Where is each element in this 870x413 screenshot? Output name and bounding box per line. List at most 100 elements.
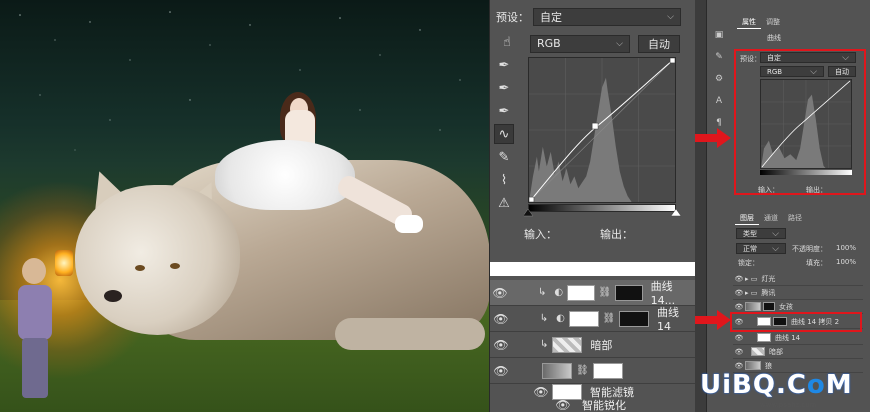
- tab-properties[interactable]: 属性: [737, 16, 761, 29]
- channel-value: RGB: [767, 67, 783, 76]
- layer-row[interactable]: 👁 ⛓: [490, 358, 696, 384]
- mini-curves-graph[interactable]: [760, 79, 852, 169]
- auto-button[interactable]: 自动: [828, 66, 856, 77]
- opacity-label: 不透明度：: [792, 245, 827, 253]
- channel-row: ☝ RGB ⌵ 自动: [496, 32, 680, 55]
- preset-row: 预设： 自定 ⌵: [496, 8, 681, 26]
- smooth-curve-icon[interactable]: ⌇: [494, 170, 514, 190]
- lock-label: 锁定：: [738, 259, 759, 267]
- layer-name: 狼: [765, 361, 772, 370]
- mask-thumbnail: [763, 302, 775, 311]
- range-sliders[interactable]: [524, 208, 684, 218]
- eye-icon[interactable]: 👁: [552, 398, 574, 412]
- smart-object-thumbnail: [542, 362, 572, 379]
- eye-icon[interactable]: 👁: [733, 275, 745, 283]
- curves-tool-column: ✒ ✒ ✒ ∿ ✎ ⌇ ⚠: [494, 55, 516, 216]
- curves-graph[interactable]: [528, 57, 676, 203]
- layer-thumbnail: [751, 347, 765, 356]
- wolf-nose: [104, 290, 122, 302]
- eye-icon[interactable]: 👁: [490, 286, 510, 300]
- eye-icon[interactable]: 👁: [733, 303, 745, 311]
- wolf-eye: [170, 263, 180, 269]
- eye-icon[interactable]: 👁: [733, 289, 745, 297]
- eye-icon[interactable]: 👁: [490, 338, 512, 352]
- layer-name: 智能锐化: [582, 399, 626, 412]
- layers-tabs: 图层 通道 路径: [735, 212, 807, 225]
- properties-tabs: 属性 调整: [737, 16, 785, 29]
- output-label: 输出：: [806, 186, 827, 194]
- preset-dropdown[interactable]: 自定 ⌵: [760, 52, 856, 63]
- boy-legs: [22, 338, 48, 398]
- gray-point-eyedropper-icon[interactable]: ✒: [494, 78, 514, 98]
- black-point-eyedropper-icon[interactable]: ✒: [494, 55, 514, 75]
- link-icon: ⛓: [576, 365, 589, 376]
- layer-name: 女孩: [779, 302, 793, 311]
- layer-thumbnail: [745, 302, 761, 311]
- preset-value: 自定: [540, 11, 562, 24]
- brush-icon[interactable]: ✎: [711, 52, 727, 66]
- tab-channels[interactable]: 通道: [759, 212, 783, 225]
- blend-mode-dropdown[interactable]: 正常 ⌵: [736, 243, 786, 254]
- clip-icon: ↳: [537, 287, 547, 298]
- girl-shoe: [395, 215, 423, 233]
- layer-name: 暗部: [769, 347, 783, 356]
- uibq-logo: UiBQ.CoM: [700, 370, 853, 400]
- layer-row[interactable]: 👁 ↳ ◐ ⛓ 曲线 14...: [490, 280, 696, 307]
- layer-name: 曲线 14: [775, 333, 801, 342]
- preset-dropdown[interactable]: 自定 ⌵: [533, 8, 681, 26]
- eye-icon[interactable]: 👁: [733, 348, 745, 356]
- white-point-eyedropper-icon[interactable]: ✒: [494, 101, 514, 121]
- input-label: 输入：: [758, 186, 779, 194]
- curve-points-icon[interactable]: ∿: [494, 124, 514, 144]
- layer-row[interactable]: 👁 ↳ 暗部: [490, 332, 696, 358]
- auto-button[interactable]: 自动: [638, 34, 680, 53]
- clone-icon[interactable]: ⚙: [711, 74, 727, 88]
- eye-icon[interactable]: 👁: [530, 385, 552, 399]
- channel-value: RGB: [537, 37, 561, 50]
- input-label: 输入：: [524, 228, 557, 241]
- layer-row[interactable]: 👁 暗部: [733, 345, 863, 359]
- tab-layers[interactable]: 图层: [735, 212, 759, 225]
- adjustment-icon: ◐: [556, 313, 565, 324]
- clip-icon: ↳: [539, 313, 549, 324]
- tab-adjustments[interactable]: 调整: [761, 16, 785, 29]
- tab-paths[interactable]: 路径: [783, 212, 807, 225]
- chevron-down-icon: ⌵: [810, 66, 817, 77]
- eye-icon[interactable]: 👁: [490, 364, 512, 378]
- mask-thumbnail: [619, 310, 649, 327]
- opacity-value[interactable]: 100%: [836, 244, 856, 252]
- eye-icon[interactable]: 👁: [733, 334, 745, 342]
- chevron-down-icon: ⌵: [667, 12, 674, 22]
- kind-filter[interactable]: 类型 ⌵: [736, 228, 786, 239]
- mask-thumbnail: [615, 284, 643, 301]
- fill-label: 填充：: [806, 259, 827, 267]
- layer-name: 腾讯: [761, 288, 776, 297]
- clipping-warning-icon[interactable]: ⚠: [494, 193, 514, 213]
- layer-row[interactable]: 👁 智能锐化: [490, 398, 696, 412]
- eye-icon[interactable]: 👁: [733, 362, 745, 370]
- layer-group-row[interactable]: 👁 ▸ ▭ 腾讯: [733, 286, 863, 300]
- history-icon[interactable]: ▣: [711, 30, 727, 44]
- fill-value[interactable]: 100%: [836, 258, 856, 266]
- link-icon: ⛓: [598, 287, 612, 298]
- wolf-head: [75, 185, 240, 335]
- pencil-icon[interactable]: ✎: [494, 147, 514, 167]
- red-arrow-icon: [695, 128, 731, 148]
- adjustment-icon: ◐: [554, 287, 564, 298]
- clip-icon: ↳: [540, 339, 549, 350]
- text-icon[interactable]: A: [711, 96, 727, 110]
- layer-row[interactable]: 👁 曲线 14: [733, 331, 863, 345]
- eye-icon[interactable]: 👁: [490, 312, 512, 326]
- target-adjust-icon[interactable]: ☝: [496, 32, 518, 52]
- layer-group-row[interactable]: 👁 ▸ ▭ 灯光: [733, 272, 863, 286]
- layer-row[interactable]: 👁 ↳ ◐ ⛓ 曲线 14: [490, 306, 696, 333]
- layer-name: 暗部: [590, 338, 613, 352]
- channel-dropdown[interactable]: RGB ⌵: [760, 66, 824, 77]
- layer-thumbnail: [745, 361, 761, 370]
- preset-label: 预设：: [740, 55, 761, 63]
- preset-label: 预设：: [496, 11, 529, 24]
- wolf-paw: [335, 318, 485, 350]
- watermark-url: www.psahz.com: [760, 401, 817, 409]
- channel-dropdown[interactable]: RGB ⌵: [530, 34, 630, 53]
- layer-name: 曲线 14...: [650, 280, 676, 307]
